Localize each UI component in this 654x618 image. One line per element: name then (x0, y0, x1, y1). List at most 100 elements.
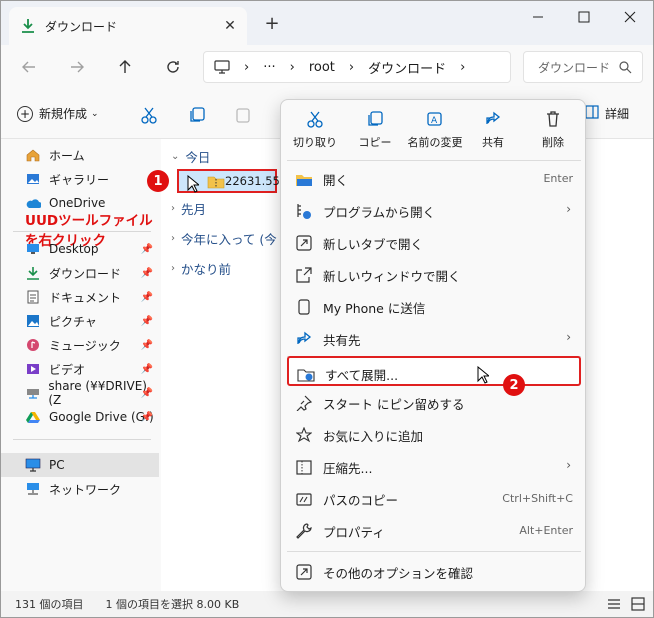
menu-item-pin-to-start[interactable]: スタート にピン留めする (287, 387, 581, 417)
menu-item-copy-path[interactable]: パスのコピー Ctrl+Shift+C (287, 483, 581, 513)
menu-item-shortcut: Alt+Enter (519, 524, 573, 537)
group-label: 先月 (181, 202, 207, 217)
pin-icon[interactable]: 📌 (141, 364, 153, 375)
sidebar-item-label: OneDrive (49, 196, 106, 210)
menu-item-compress-to[interactable]: 圧縮先... › (287, 451, 581, 481)
navigation-pane: ホーム ギャラリー OneDrive UUDツールファイルを右クリック Desk… (1, 139, 161, 591)
pin-icon[interactable]: 📌 (141, 292, 153, 303)
forward-button[interactable] (65, 55, 89, 79)
chevron-right-icon: › (566, 330, 571, 344)
details-label: 詳細 (605, 107, 630, 121)
menu-item-open-new-tab[interactable]: 新しいタブで開く (287, 227, 581, 257)
star-icon (295, 426, 313, 444)
file-row-selected[interactable]: 22631.5549 (177, 169, 295, 193)
menu-item-add-favorites[interactable]: お気に入りに追加 (287, 419, 581, 449)
menu-item-label: 開く (323, 173, 349, 188)
tab-downloads[interactable]: ダウンロード ✕ (9, 7, 247, 45)
pin-icon[interactable]: 📌 (141, 316, 153, 327)
network-drive-icon (25, 385, 40, 401)
sidebar-item-desktop[interactable]: Desktop 📌 (1, 237, 159, 261)
details-button[interactable]: 詳細 (585, 105, 629, 122)
menu-item-send-to-phone[interactable]: My Phone に送信 (287, 291, 581, 321)
mouse-cursor-icon (477, 365, 491, 387)
menu-item-open[interactable]: 開く Enter (287, 163, 581, 193)
sidebar-item-pc[interactable]: PC (1, 453, 159, 477)
search-icon (618, 60, 632, 77)
compress-icon (295, 458, 313, 476)
pin-icon (295, 394, 313, 412)
tab-title: ダウンロード (45, 19, 118, 34)
sidebar-item-downloads[interactable]: ダウンロード 📌 (1, 261, 159, 285)
sidebar-item-network[interactable]: ネットワーク (1, 477, 159, 501)
group-long-ago[interactable]: › かなり前 (171, 259, 231, 278)
new-tab-button[interactable]: + (263, 13, 281, 34)
sidebar-item-documents[interactable]: ドキュメント 📌 (1, 285, 159, 309)
share-action[interactable]: 共有 (463, 108, 523, 152)
delete-action[interactable]: 削除 (523, 108, 583, 152)
chevron-right-icon: › (566, 458, 571, 472)
sidebar-item-video[interactable]: ビデオ 📌 (1, 357, 159, 381)
sidebar-item-label: Desktop (49, 242, 99, 256)
back-button[interactable] (17, 55, 41, 79)
group-label: かなり前 (181, 262, 232, 277)
title-bar: ダウンロード ✕ + (1, 1, 653, 45)
search-input[interactable]: ダウンロード (523, 51, 643, 83)
menu-item-label: My Phone に送信 (323, 301, 426, 316)
breadcrumb-ellipsis[interactable]: ··· (263, 60, 275, 75)
breadcrumb-chevron-icon: › (289, 59, 295, 75)
sidebar-item-label: ピクチャ (49, 314, 97, 329)
menu-item-label: その他のオプションを確認 (323, 566, 474, 581)
sidebar-item-label: ミュージック (49, 338, 121, 353)
address-bar[interactable]: › ··· › root › ダウンロード › (203, 51, 511, 83)
maximize-button[interactable] (561, 1, 607, 33)
group-today[interactable]: ⌄ 今日 (171, 147, 210, 166)
home-icon (25, 147, 41, 163)
step-badge-1: 1 (147, 170, 169, 192)
sidebar-item-google-drive[interactable]: Google Drive (G:) 📌 (1, 405, 159, 429)
download-icon (25, 265, 41, 281)
rename-action[interactable]: A 名前の変更 (403, 108, 467, 152)
close-tab-icon[interactable]: ✕ (221, 17, 239, 35)
sidebar-divider (13, 439, 151, 440)
sidebar-item-label: ドキュメント (49, 290, 122, 305)
menu-item-properties[interactable]: プロパティ Alt+Enter (287, 515, 581, 545)
sidebar-item-home[interactable]: ホーム (1, 143, 159, 167)
pin-icon[interactable]: 📌 (141, 388, 153, 399)
cut-icon[interactable] (139, 105, 159, 125)
breadcrumb-downloads[interactable]: ダウンロード (368, 58, 446, 77)
copy-icon (366, 108, 384, 130)
phone-icon (295, 298, 313, 316)
network-icon (25, 481, 41, 497)
close-window-button[interactable] (607, 1, 653, 33)
menu-item-open-new-window[interactable]: 新しいウィンドウで開く (287, 259, 581, 289)
new-button-label: 新規作成 (39, 107, 88, 121)
refresh-button[interactable] (161, 55, 185, 79)
paste-icon[interactable] (233, 105, 253, 125)
menu-item-open-with[interactable]: プログラムから開く › (287, 195, 581, 225)
sidebar-item-music[interactable]: ミュージック 📌 (1, 333, 159, 357)
copy-action[interactable]: コピー (345, 108, 405, 152)
pin-icon[interactable]: 📌 (141, 244, 153, 255)
pin-icon[interactable]: 📌 (141, 412, 153, 423)
sidebar-item-share-drive[interactable]: share (¥¥DRIVE) (Z 📌 (1, 379, 159, 407)
up-button[interactable] (113, 55, 137, 79)
pin-icon[interactable]: 📌 (141, 268, 153, 279)
cut-action[interactable]: 切り取り (285, 108, 345, 152)
group-last-month[interactable]: › 先月 (171, 199, 206, 218)
menu-item-more-options[interactable]: その他のオプションを確認 (287, 556, 581, 586)
trash-icon (544, 108, 562, 130)
menu-item-share-with[interactable]: 共有先 › (287, 323, 581, 353)
new-button[interactable]: + 新規作成 ⌄ (17, 105, 99, 122)
breadcrumb-root[interactable]: root (309, 60, 335, 75)
tiles-view-icon[interactable] (631, 597, 645, 614)
group-this-year[interactable]: › 今年に入って (今 (171, 229, 277, 248)
pin-icon[interactable]: 📌 (141, 340, 153, 351)
details-view-icon[interactable] (607, 597, 621, 614)
sidebar-item-gallery[interactable]: ギャラリー (1, 167, 159, 191)
cut-label: 切り取り (293, 136, 337, 149)
menu-item-extract-all[interactable]: すべて展開... (287, 356, 581, 386)
copy-icon[interactable] (187, 105, 207, 125)
delete-label: 削除 (542, 136, 564, 149)
minimize-button[interactable] (515, 1, 561, 33)
sidebar-item-pictures[interactable]: ピクチャ 📌 (1, 309, 159, 333)
